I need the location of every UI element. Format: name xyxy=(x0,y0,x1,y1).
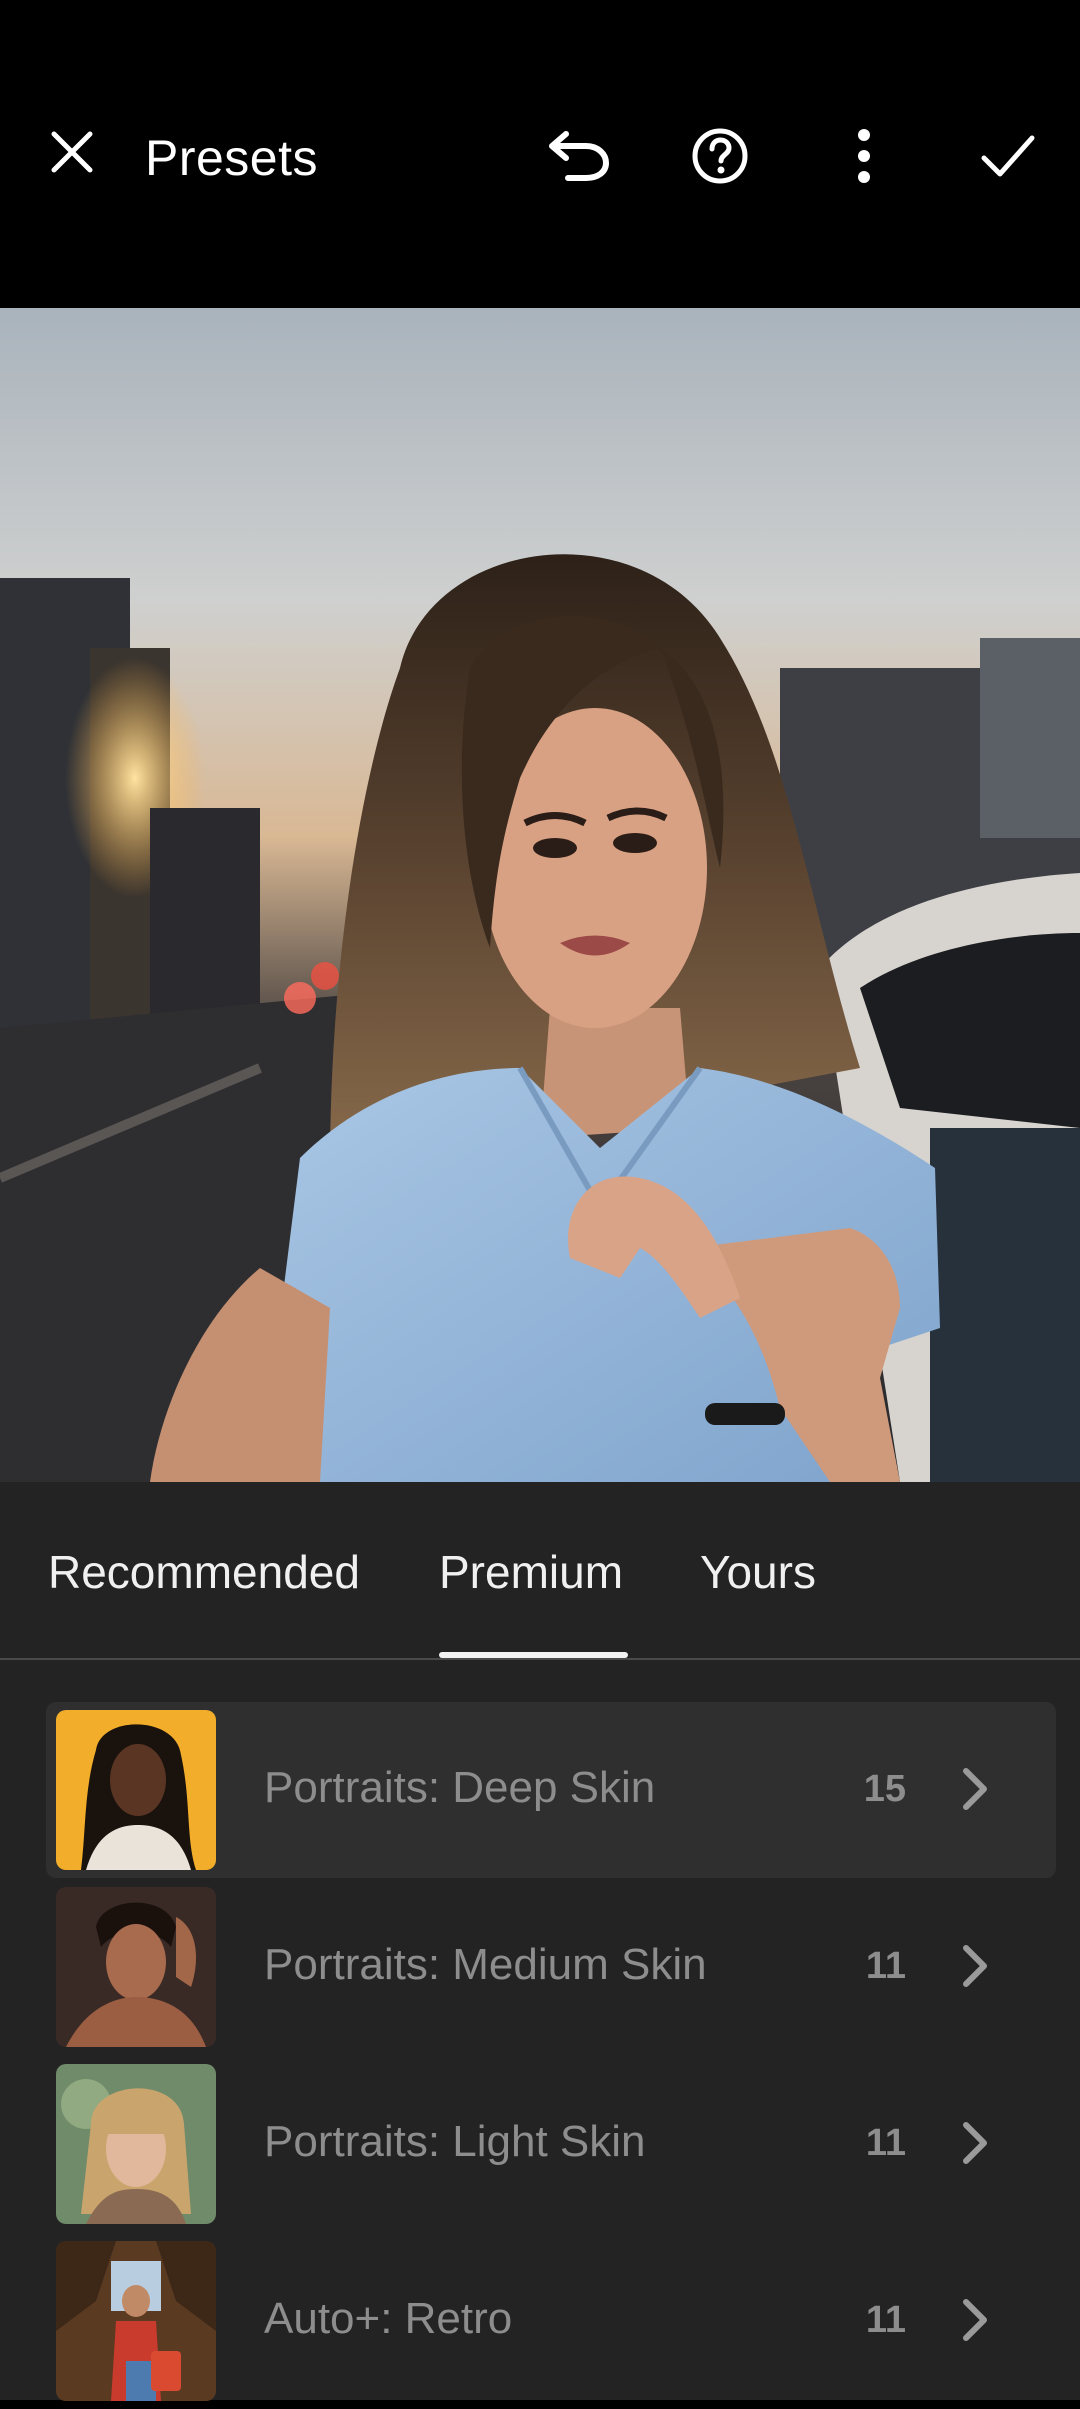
preset-thumbnail xyxy=(56,2241,216,2401)
preset-count: 11 xyxy=(865,2122,906,2164)
close-button[interactable] xyxy=(40,120,104,184)
chevron-right-icon xyxy=(950,2118,1000,2168)
preset-count: 11 xyxy=(865,1945,906,1987)
chevron-right-icon xyxy=(950,1764,1000,1814)
tab-yours[interactable]: Yours xyxy=(700,1544,816,1600)
close-icon xyxy=(51,131,93,173)
portrait-photo xyxy=(0,308,1080,1482)
help-icon xyxy=(692,128,748,184)
active-tab-indicator xyxy=(439,1652,628,1658)
chevron-right-icon xyxy=(950,2295,1000,2345)
preset-name: Portraits: Deep Skin xyxy=(264,1763,656,1812)
undo-icon xyxy=(549,131,610,181)
preset-name: Portraits: Medium Skin xyxy=(264,1940,707,1989)
preset-row-auto-retro[interactable]: Auto+: Retro 11 xyxy=(46,2233,1056,2409)
undo-button[interactable] xyxy=(538,118,614,194)
page-title: Presets xyxy=(145,130,319,186)
presets-panel: Recommended Premium Yours Portraits: Dee… xyxy=(0,1482,1080,2401)
preset-thumbnail xyxy=(56,1710,216,1870)
top-app-bar: Presets xyxy=(0,0,1080,308)
preset-row-deep-skin[interactable]: Portraits: Deep Skin 15 xyxy=(46,1702,1056,1878)
photo-preview[interactable] xyxy=(0,308,1080,1482)
preset-count: 11 xyxy=(865,2299,906,2341)
preset-row-medium-skin[interactable]: Portraits: Medium Skin 11 xyxy=(46,1879,1056,2055)
preset-tabs: Recommended Premium Yours xyxy=(0,1482,1080,1660)
preset-thumbnail xyxy=(56,2064,216,2224)
preset-count: 15 xyxy=(863,1768,906,1810)
done-button[interactable] xyxy=(970,118,1046,194)
checkmark-icon xyxy=(981,135,1035,177)
more-options-button[interactable] xyxy=(826,118,902,194)
chevron-right-icon xyxy=(950,1941,1000,1991)
more-vertical-icon xyxy=(858,129,870,183)
help-button[interactable] xyxy=(682,118,758,194)
preset-name: Portraits: Light Skin xyxy=(264,2117,646,2166)
tab-recommended[interactable]: Recommended xyxy=(48,1544,360,1600)
preset-row-light-skin[interactable]: Portraits: Light Skin 11 xyxy=(46,2056,1056,2232)
preset-name: Auto+: Retro xyxy=(264,2294,513,2343)
preset-thumbnail xyxy=(56,1887,216,2047)
tab-premium[interactable]: Premium xyxy=(439,1544,623,1600)
